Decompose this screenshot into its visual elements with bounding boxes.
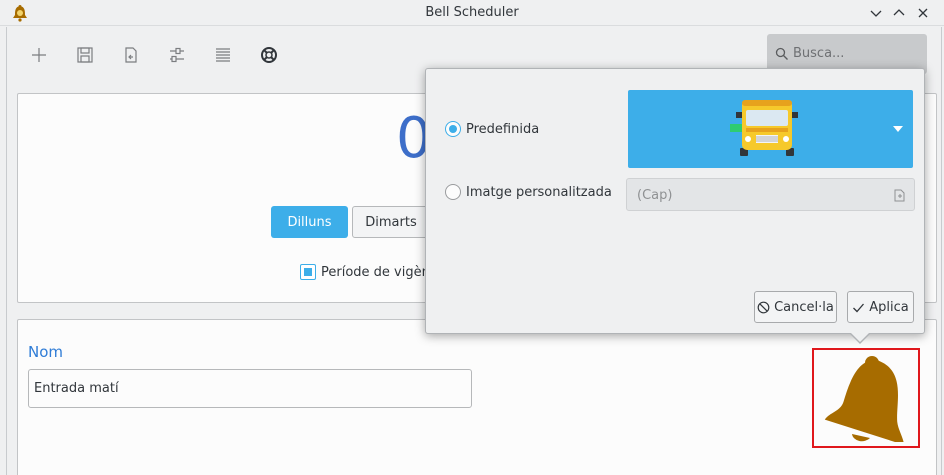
- bell-icon: [824, 356, 905, 442]
- apply-label: Aplica: [869, 299, 909, 315]
- plus-icon: [32, 48, 46, 62]
- open-file-icon[interactable]: [893, 189, 906, 202]
- help-button[interactable]: [246, 35, 292, 75]
- import-button[interactable]: [108, 35, 154, 75]
- close-icon[interactable]: [913, 3, 933, 23]
- popup-arrow: [849, 332, 871, 344]
- add-button[interactable]: [16, 35, 62, 75]
- help-lifebuoy-icon: [261, 47, 277, 63]
- checkmark-icon: [853, 303, 865, 312]
- search-input[interactable]: [793, 46, 918, 61]
- save-button[interactable]: [62, 35, 108, 75]
- cancel-icon: [757, 301, 770, 313]
- title-bar: Bell Scheduler: [0, 0, 944, 26]
- custom-image-option[interactable]: Imatge personalitzada: [445, 184, 612, 200]
- minimize-icon[interactable]: [866, 3, 886, 23]
- name-label: Nom: [28, 343, 64, 361]
- window-title: Bell Scheduler: [425, 5, 519, 20]
- file-field-placeholder: (Cap): [637, 188, 673, 203]
- maximize-icon[interactable]: [889, 3, 909, 23]
- save-icon: [77, 47, 93, 63]
- list-button[interactable]: [200, 35, 246, 75]
- predefined-label: Predefinida: [466, 121, 540, 137]
- custom-image-file-field[interactable]: (Cap): [626, 178, 915, 211]
- settings-sliders-icon: [170, 47, 184, 63]
- predefined-option[interactable]: Predefinida: [445, 121, 539, 137]
- name-field[interactable]: [28, 369, 472, 408]
- bell-image-button[interactable]: [812, 348, 920, 448]
- search-icon: [775, 47, 788, 60]
- list-icon: [216, 48, 230, 62]
- import-icon: [125, 47, 137, 63]
- predefined-radio[interactable]: [445, 121, 461, 137]
- day-button-monday[interactable]: Dilluns: [271, 206, 348, 238]
- custom-image-radio[interactable]: [445, 184, 461, 200]
- predefined-image-combobox[interactable]: [628, 90, 913, 168]
- custom-image-label: Imatge personalitzada: [466, 184, 612, 200]
- apply-button[interactable]: Aplica: [847, 291, 914, 323]
- validity-period-label: Període de vigèn: [321, 264, 430, 280]
- cancel-button[interactable]: Cancel·la: [754, 291, 837, 323]
- toolbar: [16, 34, 300, 76]
- validity-period-option[interactable]: Període de vigèn: [300, 264, 430, 280]
- dropdown-arrow-icon: [893, 126, 903, 132]
- cancel-label: Cancel·la: [774, 299, 834, 315]
- day-button-tuesday[interactable]: Dimarts: [352, 206, 430, 238]
- validity-period-checkbox[interactable]: [300, 264, 316, 280]
- school-bus-icon: [730, 100, 798, 156]
- settings-button[interactable]: [154, 35, 200, 75]
